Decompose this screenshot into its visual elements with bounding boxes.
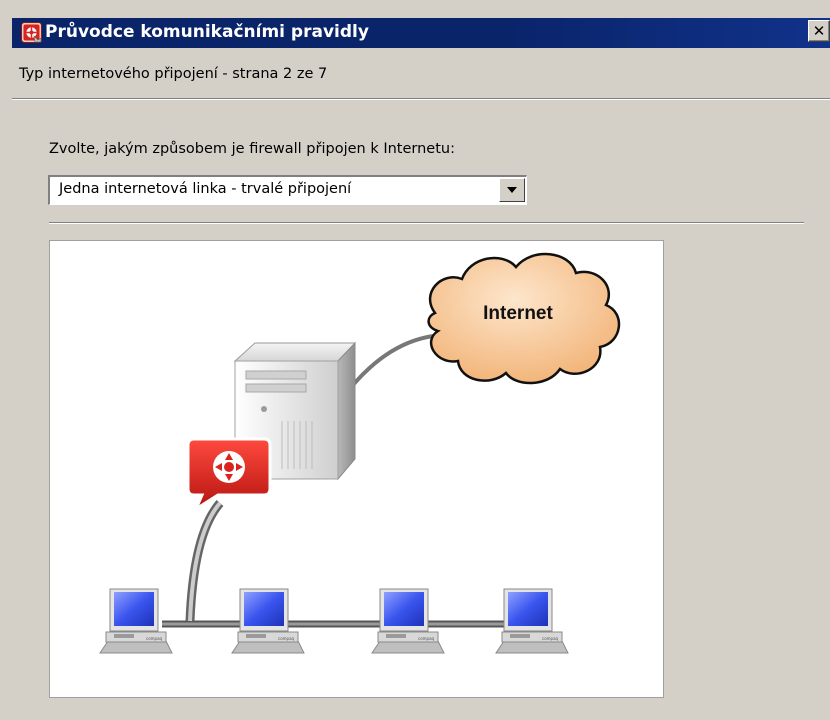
firewall-wizard-icon	[21, 22, 42, 43]
workstation-3-brand: compaq	[418, 636, 435, 641]
content-divider	[49, 222, 804, 224]
network-diagram-graphic: Internet compaq compaq compaq compaq	[99, 252, 621, 654]
close-icon: ✕	[812, 21, 826, 40]
firewall-badge-icon	[186, 437, 272, 513]
workstation-2-brand: compaq	[278, 636, 295, 641]
wizard-window: Průvodce komunikačními pravidly ✕ Typ in…	[0, 0, 830, 720]
title-bar[interactable]: Průvodce komunikačními pravidly ✕	[12, 18, 830, 48]
workstation-4-brand: compaq	[542, 636, 559, 641]
network-diagram: Internet compaq compaq compaq compaq	[49, 240, 664, 698]
workstation-4: compaq	[495, 588, 569, 654]
page-subtitle: Typ internetového připojení - strana 2 z…	[19, 66, 328, 82]
internet-cloud-icon: Internet	[427, 252, 621, 385]
header-divider	[12, 98, 830, 100]
close-button[interactable]: ✕	[808, 20, 830, 42]
internet-label: Internet	[483, 303, 553, 324]
connection-type-value: Jedna internetová linka - trvalé připoje…	[59, 181, 352, 197]
workstation-1: compaq	[99, 588, 173, 654]
workstation-1-brand: compaq	[146, 636, 163, 641]
dropdown-arrow-button[interactable]	[499, 178, 525, 202]
window-title: Průvodce komunikačními pravidly	[45, 22, 369, 42]
dropdown-arrow-icon	[507, 187, 517, 193]
connection-prompt-label: Zvolte, jakým způsobem je firewall připo…	[49, 141, 455, 157]
connection-type-select[interactable]: Jedna internetová linka - trvalé připoje…	[48, 175, 527, 205]
